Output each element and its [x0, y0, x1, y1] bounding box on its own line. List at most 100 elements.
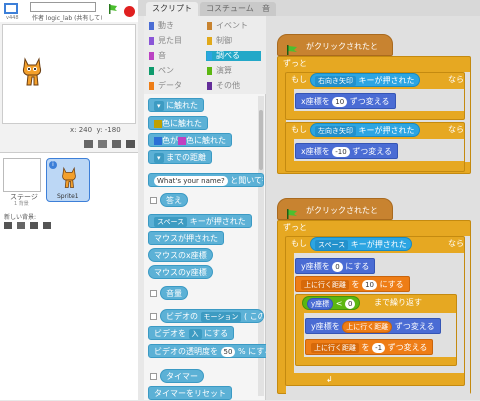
- color-swatch-2[interactable]: [178, 136, 186, 145]
- transparency-input[interactable]: 50: [220, 346, 236, 357]
- backdrop-library-icon[interactable]: [16, 222, 25, 229]
- dropdown[interactable]: ▾: [154, 152, 164, 163]
- change-x-block[interactable]: x座標を 10 ずつ変える: [295, 93, 396, 109]
- block-text: と聞いて待つ: [230, 176, 263, 185]
- block-timer[interactable]: タイマー: [160, 369, 204, 383]
- stage-canvas[interactable]: [2, 24, 136, 124]
- checkbox-timer[interactable]: [150, 373, 157, 380]
- key-pressed-sensing[interactable]: 左向き矢印 キーが押された: [310, 123, 420, 137]
- ask-input[interactable]: What's your name?: [154, 175, 228, 186]
- block-text: キーが押された: [189, 217, 246, 226]
- block-color-touching[interactable]: 色が 色に触れた: [148, 133, 232, 147]
- camera-icon[interactable]: [125, 140, 135, 148]
- block-text: なら: [448, 239, 464, 248]
- mouse-coords: x: 240 y: -180: [70, 126, 121, 134]
- key-pressed-sensing[interactable]: 右向き矢印 キーが押された: [310, 73, 420, 87]
- info-icon[interactable]: i: [49, 161, 57, 169]
- category-operators[interactable]: 演算: [206, 66, 261, 76]
- key-dropdown[interactable]: 左向き矢印: [315, 125, 356, 136]
- block-mouse-down[interactable]: マウスが押された: [148, 231, 224, 245]
- block-text: なら: [448, 75, 464, 84]
- upload-icon[interactable]: [111, 140, 121, 148]
- value-input[interactable]: 10: [362, 279, 378, 290]
- key-pressed-sensing[interactable]: スペース キーが押された: [310, 237, 412, 251]
- project-title-input[interactable]: [30, 2, 96, 12]
- tab-sounds[interactable]: 音: [256, 2, 276, 16]
- change-variable-block[interactable]: 上に行く距離 を -1 ずつ変える: [305, 339, 434, 355]
- fullscreen-icon[interactable]: [4, 3, 18, 14]
- category-pen[interactable]: ペン: [148, 66, 203, 76]
- value-input[interactable]: 10: [332, 96, 348, 107]
- category-control[interactable]: 制御: [206, 36, 261, 46]
- change-y-block[interactable]: y座標を 上に行く距離 ずつ変える: [305, 318, 441, 334]
- block-key-pressed[interactable]: スペース キーが押された: [148, 214, 252, 228]
- block-loudness[interactable]: 音量: [160, 286, 188, 300]
- tab-costumes[interactable]: コスチューム: [200, 2, 260, 16]
- block-reset-timer[interactable]: タイマーをリセット: [148, 386, 232, 400]
- block-mouse-y[interactable]: マウスのy座標: [148, 265, 213, 279]
- when-flag-clicked-block[interactable]: がクリックされたとき: [277, 34, 393, 75]
- variable-dropdown[interactable]: 上に行く距離: [301, 279, 349, 290]
- block-video-transparency[interactable]: ビデオの透明度を 50 % にする: [148, 344, 279, 358]
- paint-icon[interactable]: [84, 140, 93, 148]
- block-text: ビデオを: [154, 329, 186, 338]
- y-position-reporter[interactable]: y座標: [307, 297, 334, 310]
- category-data[interactable]: データ: [148, 81, 203, 91]
- block-text: にする: [379, 280, 404, 289]
- block-touching-color[interactable]: 色に触れた: [148, 116, 208, 130]
- category-more[interactable]: その他: [206, 81, 261, 91]
- dropdown[interactable]: ▾: [154, 100, 164, 111]
- key-dropdown[interactable]: 右向き矢印: [315, 75, 356, 86]
- block-video-on[interactable]: ビデオを 入 にする: [148, 326, 235, 340]
- color-swatch[interactable]: [154, 119, 162, 128]
- backdrop-paint-icon[interactable]: [4, 222, 12, 229]
- tab-scripts[interactable]: スクリプト: [146, 2, 198, 16]
- palette-scroll-thumb[interactable]: [259, 110, 263, 170]
- sprite-thumbnail[interactable]: i Sprite1: [46, 158, 90, 202]
- variable-reporter[interactable]: 上に行く距離: [342, 320, 393, 333]
- value-input[interactable]: 0: [332, 261, 343, 272]
- set-y-block[interactable]: y座標を 0 にする: [295, 258, 376, 274]
- variable-dropdown[interactable]: 上に行く距離: [311, 342, 359, 353]
- cat-sprite-icon[interactable]: [19, 55, 45, 87]
- attribute-dropdown[interactable]: モーション: [200, 311, 242, 322]
- author-label: 作者 logic_lab (共有していない): [32, 15, 102, 22]
- key-dropdown[interactable]: スペース: [154, 216, 188, 227]
- stage-thumbnail[interactable]: [3, 158, 41, 192]
- block-text: ビデオの: [166, 312, 198, 321]
- block-answer[interactable]: 答え: [160, 193, 188, 207]
- when-flag-clicked-block-2[interactable]: がクリックされたとき: [277, 198, 393, 239]
- block-touching[interactable]: ▾ に触れた: [148, 98, 205, 112]
- checkbox-loudness[interactable]: [150, 290, 157, 297]
- value-input[interactable]: -1: [372, 342, 386, 353]
- backdrop-upload-icon[interactable]: [29, 222, 38, 229]
- checkbox-video-motion[interactable]: [150, 313, 157, 320]
- category-sensing[interactable]: 調べる: [206, 51, 261, 61]
- color-swatch[interactable]: [154, 136, 162, 145]
- sprite-name: Sprite1: [57, 193, 79, 200]
- less-than-operator[interactable]: y座標 < 0: [302, 296, 361, 310]
- block-text: キーが押された: [350, 240, 407, 249]
- backdrop-camera-icon[interactable]: [42, 222, 51, 229]
- block-distance[interactable]: ▾ までの距離: [148, 150, 213, 164]
- value-input[interactable]: 0: [344, 298, 356, 309]
- category-looks[interactable]: 見た目: [148, 36, 203, 46]
- block-video-motion[interactable]: ビデオの モーション ( この: [160, 309, 264, 323]
- category-motion[interactable]: 動き: [148, 21, 203, 31]
- change-x-block-2[interactable]: x座標を -10 ずつ変える: [295, 143, 399, 159]
- block-text: ずつ変える: [349, 97, 390, 106]
- category-swatch: [207, 82, 212, 90]
- value-input[interactable]: -10: [332, 146, 350, 157]
- video-state-dropdown[interactable]: 入: [188, 328, 202, 339]
- stop-icon[interactable]: [124, 6, 135, 17]
- key-dropdown[interactable]: スペース: [315, 239, 349, 250]
- block-mouse-x[interactable]: マウスのx座標: [148, 248, 213, 262]
- block-ask[interactable]: What's your name? と聞いて待つ: [148, 173, 264, 187]
- category-events[interactable]: イベント: [206, 21, 261, 31]
- category-sound[interactable]: 音: [148, 51, 203, 61]
- checkbox-answer[interactable]: [150, 197, 157, 204]
- category-label: 音: [158, 51, 166, 60]
- set-variable-block[interactable]: 上に行く距離 を 10 にする: [295, 276, 410, 292]
- paint-new-icon[interactable]: [97, 140, 107, 148]
- green-flag-icon[interactable]: [108, 4, 118, 14]
